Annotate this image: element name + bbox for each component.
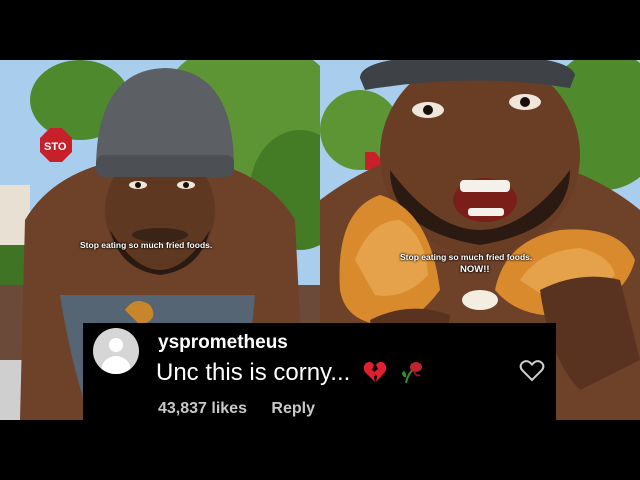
comment-username[interactable]: ysprometheus <box>158 332 288 354</box>
wilted-flower-icon <box>400 359 422 390</box>
avatar[interactable] <box>93 328 139 374</box>
video-caption-right: Stop eating so much fried foods. <box>400 252 533 262</box>
comment-text-content: Unc this is corny... <box>156 359 351 386</box>
heart-outline-icon[interactable] <box>519 359 545 383</box>
svg-text:STO: STO <box>44 141 67 153</box>
comment-meta: 43,837 likes Reply <box>158 400 315 418</box>
video-caption-right-emphasis: NOW!! <box>460 264 490 275</box>
comment-card: ysprometheus Unc this is corny... 43,837… <box>83 323 556 420</box>
avatar-body-shape <box>101 356 131 374</box>
avatar-head-shape <box>109 338 123 352</box>
video-caption-left: Stop eating so much fried foods. <box>80 240 213 250</box>
comment-text: Unc this is corny... <box>156 359 422 390</box>
broken-heart-icon <box>363 361 387 390</box>
reply-button[interactable]: Reply <box>271 400 315 417</box>
likes-count: 43,837 likes <box>158 400 247 417</box>
